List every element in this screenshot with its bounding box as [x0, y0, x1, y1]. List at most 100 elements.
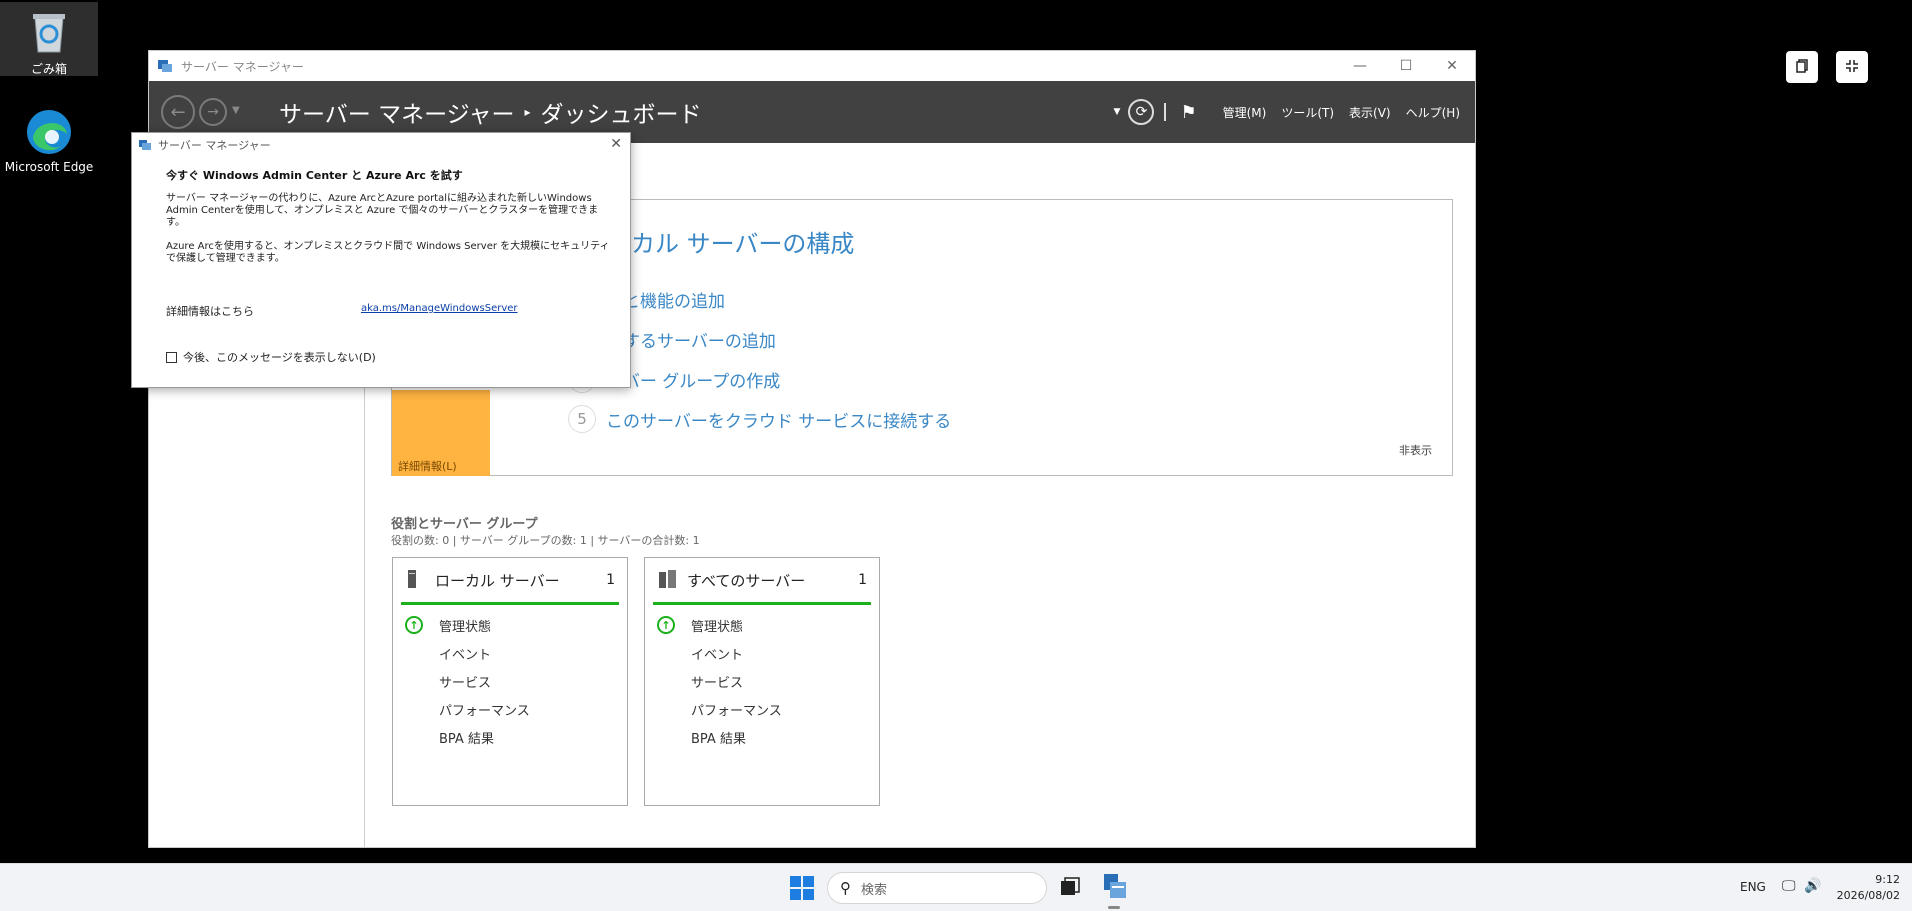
quick-start-link[interactable]: ーバー グループの作成: [606, 367, 780, 392]
desktop-icon-recycle-bin[interactable]: ごみ箱: [0, 2, 98, 76]
tile-row-label: パフォーマンス: [439, 703, 530, 719]
refresh-button[interactable]: ⟳: [1128, 99, 1155, 125]
task-view-button[interactable]: [1059, 876, 1081, 898]
taskbar-search[interactable]: ⚲ 検索: [827, 872, 1047, 904]
system-clock[interactable]: 9:12 2026/08/02: [1837, 872, 1900, 904]
tile-header[interactable]: すべてのサーバー 1: [645, 558, 879, 602]
copy-button[interactable]: [1786, 51, 1818, 83]
servers-icon: [659, 570, 676, 590]
tile-count: 1: [858, 572, 867, 588]
start-button[interactable]: [790, 876, 814, 900]
menu-view[interactable]: 表示(V): [1349, 104, 1391, 121]
tile-title: すべてのサーバー: [687, 571, 806, 590]
dialog-title: サーバー マネージャー: [158, 139, 271, 152]
breadcrumb-current: ダッシュボード: [540, 102, 702, 128]
local-server-tile[interactable]: ローカル サーバー 1 ↑ 管理状態 イベント サービス パフォーマンス BPA …: [392, 557, 628, 806]
server-manager-app-icon: [157, 59, 173, 73]
breadcrumb-separator: ▸: [524, 105, 531, 119]
menu-help[interactable]: ヘルプ(H): [1406, 104, 1460, 121]
dialog-titlebar[interactable]: サーバー マネージャー: [132, 133, 630, 157]
notifications-dropdown-button[interactable]: ▼: [1114, 107, 1121, 117]
copy-icon: [1795, 58, 1809, 77]
tile-row-services[interactable]: サービス: [645, 667, 879, 695]
step-number: 5: [568, 405, 596, 433]
arrow-left-icon: ←: [170, 101, 186, 123]
tile-row-label: サービス: [439, 675, 492, 691]
recycle-bin-icon: [25, 8, 73, 56]
server-icon: [407, 570, 421, 590]
close-button[interactable]: ✕: [1429, 51, 1475, 81]
tile-row-label: サービス: [691, 675, 744, 691]
window-titlebar[interactable]: サーバー マネージャー — ☐ ✕: [149, 51, 1475, 81]
hide-link[interactable]: 非表示: [1399, 442, 1432, 458]
toolbar-divider: [1164, 103, 1167, 121]
checkbox-box[interactable]: [166, 351, 177, 363]
exit-fullscreen-button[interactable]: [1836, 51, 1868, 83]
forward-button[interactable]: →: [199, 98, 227, 126]
manage-windows-server-link[interactable]: aka.ms/ManageWindowsServer: [361, 303, 518, 314]
clock-time: 9:12: [1875, 873, 1900, 886]
quick-start-link[interactable]: このサーバーをクラウド サービスに接続する: [606, 407, 951, 432]
minimize-button[interactable]: —: [1337, 51, 1383, 81]
checkbox-label: 今後、このメッセージを表示しない(D): [183, 351, 376, 364]
tile-count: 1: [606, 572, 615, 588]
input-language[interactable]: ENG: [1740, 880, 1766, 894]
all-servers-tile[interactable]: すべてのサーバー 1 ↑ 管理状態 イベント サービス パフォーマンス BPA 結…: [644, 557, 880, 806]
quick-start-link[interactable]: 理するサーバーの追加: [606, 327, 776, 352]
tile-row-performance[interactable]: パフォーマンス: [393, 695, 627, 723]
tile-row-label: パフォーマンス: [691, 703, 782, 719]
roles-summary: 役割の数: 0 | サーバー グループの数: 1 | サーバーの合計数: 1: [391, 534, 700, 547]
tile-row-bpa[interactable]: BPA 結果: [645, 723, 879, 751]
tile-row-label: 管理状態: [439, 619, 492, 635]
exit-fullscreen-icon: [1845, 58, 1859, 77]
running-indicator: [1108, 906, 1120, 909]
tile-header[interactable]: ローカル サーバー 1: [393, 558, 627, 602]
tile-row-services[interactable]: サービス: [393, 667, 627, 695]
tile-row-label: 管理状態: [691, 619, 744, 635]
desktop-icon-label: ごみ箱: [30, 62, 67, 76]
taskbar-server-manager-icon[interactable]: [1102, 872, 1128, 900]
quick-start-heading[interactable]: ーカル サーバーの構成: [607, 224, 854, 259]
tile-row-events[interactable]: イベント: [393, 639, 627, 667]
network-icon[interactable]: 🖵: [1782, 878, 1796, 894]
tile-title: ローカル サーバー: [435, 571, 560, 590]
edge-icon: [25, 108, 73, 156]
desktop-icon-edge[interactable]: Microsoft Edge: [0, 108, 98, 174]
notifications-flag-icon[interactable]: ⚑: [1180, 102, 1196, 123]
tile-row-performance[interactable]: パフォーマンス: [645, 695, 879, 723]
status-bar: [653, 602, 871, 605]
windows-logo-icon: [790, 876, 801, 887]
clock-date: 2026/08/02: [1836, 889, 1900, 902]
tile-row-label: BPA 結果: [439, 731, 494, 747]
back-button[interactable]: ←: [161, 95, 195, 129]
dont-show-again-checkbox[interactable]: 今後、このメッセージを表示しない(D): [166, 349, 376, 365]
tile-row-bpa[interactable]: BPA 結果: [393, 723, 627, 751]
taskbar: ⚲ 検索 ENG 🖵 🔊 9:12 2026/08/02: [0, 863, 1912, 911]
roles-section-title: 役割とサーバー グループ: [391, 517, 538, 532]
tile-row-events[interactable]: イベント: [645, 639, 879, 667]
status-ok-icon: ↑: [657, 616, 675, 634]
details-label: 詳細情報はこちら: [166, 305, 254, 318]
desktop-icon-label: Microsoft Edge: [4, 160, 94, 174]
maximize-button[interactable]: ☐: [1383, 51, 1429, 81]
history-dropdown-button[interactable]: ▼: [232, 105, 240, 116]
menu-manage[interactable]: 管理(M): [1223, 104, 1267, 121]
menu-tools[interactable]: ツール(T): [1281, 104, 1334, 121]
dialog-close-button[interactable]: ✕: [610, 136, 622, 152]
search-icon: ⚲: [840, 879, 851, 897]
breadcrumb: サーバー マネージャー ▸ ダッシュボード: [279, 95, 702, 129]
tile-row-label: BPA 結果: [691, 731, 746, 747]
breadcrumb-root[interactable]: サーバー マネージャー: [279, 95, 514, 129]
volume-icon[interactable]: 🔊: [1804, 878, 1821, 894]
admin-center-dialog: サーバー マネージャー ✕ 今すぐ Windows Admin Center と…: [131, 132, 631, 388]
quick-start-tab[interactable]: 詳細情報(L): [392, 390, 490, 476]
status-bar: [401, 602, 619, 605]
tile-row-manageability[interactable]: ↑ 管理状態: [645, 611, 879, 639]
quick-start-item[interactable]: 5 このサーバーをクラウド サービスに接続する: [568, 405, 951, 433]
tile-row-label: イベント: [691, 647, 744, 663]
tile-row-manageability[interactable]: ↑ 管理状態: [393, 611, 627, 639]
server-manager-app-icon: [138, 139, 152, 151]
close-icon: ✕: [610, 136, 622, 152]
status-ok-icon: ↑: [405, 616, 423, 634]
more-info-link[interactable]: 詳細情報(L): [398, 458, 457, 474]
